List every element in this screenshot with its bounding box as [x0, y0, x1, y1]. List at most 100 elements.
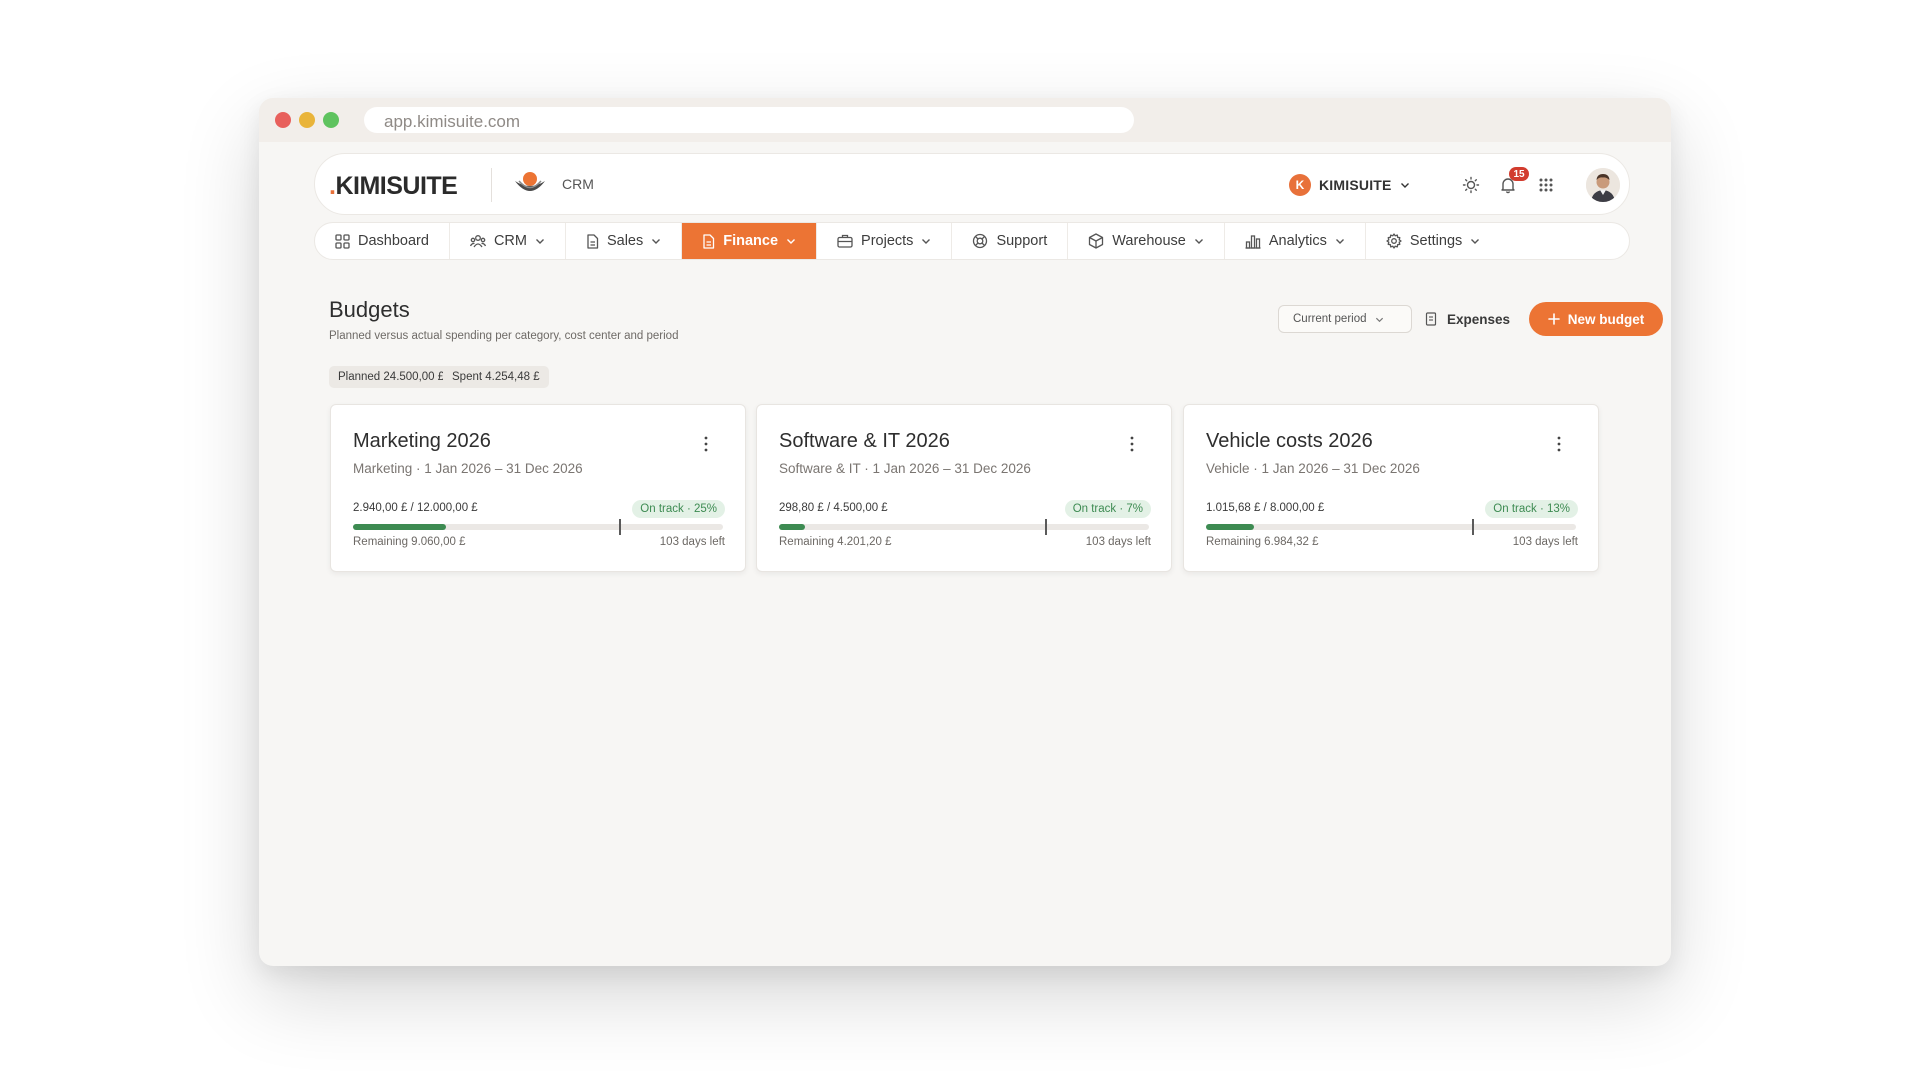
grid-icon: [335, 233, 350, 249]
plus-icon: [1547, 313, 1560, 325]
budget-progress-bar: [353, 519, 723, 535]
budget-card[interactable]: Vehicle costs 2026 Vehicle · 1 Jan 2026 –…: [1183, 404, 1599, 572]
planned-total-badge: Planned 24.500,00 £: [329, 366, 454, 388]
nav-item-settings[interactable]: Settings: [1366, 223, 1500, 259]
budget-meta: Vehicle · 1 Jan 2026 – 31 Dec 2026: [1206, 461, 1420, 476]
budget-progress-fill: [1206, 524, 1254, 530]
browser-titlebar: app.kimisuite.com: [259, 98, 1671, 142]
budget-meta: Marketing · 1 Jan 2026 – 31 Dec 2026: [353, 461, 583, 476]
more-options-icon[interactable]: [1556, 435, 1562, 453]
apps-grid-icon[interactable]: [1533, 172, 1559, 198]
period-select[interactable]: Current period: [1278, 305, 1412, 333]
gear-icon: [1386, 233, 1402, 249]
briefcase-icon: [837, 234, 853, 248]
expenses-button-label: Expenses: [1447, 311, 1511, 327]
budget-progress-bar: [1206, 519, 1576, 535]
chevron-down-icon: [921, 236, 931, 246]
status-badge: On track · 25%: [632, 500, 725, 518]
spent-total-badge: Spent 4.254,48 £: [443, 366, 549, 388]
status-badge: On track · 7%: [1064, 500, 1151, 518]
nav-item-crm[interactable]: CRM: [450, 223, 566, 259]
budget-title: Software & IT 2026: [779, 430, 950, 452]
budget-days-left: 103 days left: [1085, 536, 1151, 548]
nav-item-dashboard[interactable]: Dashboard: [315, 223, 450, 259]
url-text: app.kimisuite.com: [384, 112, 521, 131]
document-icon: [702, 233, 715, 249]
nav-item-label: Support: [996, 233, 1048, 249]
budget-amount: 2.940,00 £ / 12.000,00 £: [353, 502, 478, 514]
chevron-down-icon: [651, 236, 661, 246]
period-select-value: Current period: [1293, 313, 1367, 325]
chevron-down-icon: [786, 236, 796, 246]
status-badge: On track · 13%: [1485, 500, 1578, 518]
crm-app-logo-icon[interactable]: [512, 167, 548, 201]
organization-switcher[interactable]: K KIMISUITE: [1289, 173, 1410, 197]
nav-item-label: Dashboard: [358, 233, 429, 249]
app-header: .KIMISUITE CRM K KIMISUITE 15: [314, 153, 1630, 215]
time-elapsed-marker: [1472, 519, 1474, 535]
header-divider: [491, 168, 492, 202]
nav-item-label: Projects: [861, 233, 914, 249]
nav-item-warehouse[interactable]: Warehouse: [1068, 223, 1225, 259]
chevron-down-icon: [1400, 183, 1409, 188]
document-icon: [586, 233, 599, 249]
budget-amount: 298,80 £ / 4.500,00 £: [779, 502, 888, 514]
budget-meta: Software & IT · 1 Jan 2026 – 31 Dec 2026: [779, 461, 1031, 476]
budget-amount: 1.015,68 £ / 8.000,00 £: [1206, 502, 1325, 514]
time-elapsed-marker: [1045, 519, 1047, 535]
users-icon: [469, 234, 486, 249]
nav-item-label: Analytics: [1268, 233, 1327, 249]
maximize-window-button[interactable]: [323, 112, 339, 128]
budget-progress-fill: [353, 524, 446, 530]
box-icon: [1088, 233, 1104, 249]
user-avatar[interactable]: [1586, 168, 1620, 202]
chevron-down-icon: [1335, 236, 1345, 246]
nav-item-label: Warehouse: [1112, 233, 1186, 249]
bar-chart-icon: [1245, 234, 1261, 249]
org-badge: K: [1289, 174, 1311, 196]
nav-item-label: CRM: [493, 233, 527, 249]
budget-progress-bar: [779, 519, 1149, 535]
chevron-down-icon: [1470, 236, 1480, 246]
new-budget-button[interactable]: New budget: [1529, 302, 1663, 336]
notifications-bell-icon[interactable]: 15: [1495, 167, 1529, 198]
org-name: KIMISUITE: [1319, 177, 1392, 193]
time-elapsed-marker: [619, 519, 621, 535]
close-window-button[interactable]: [275, 112, 291, 128]
chevron-down-icon: [535, 236, 545, 246]
budget-card[interactable]: Marketing 2026 Marketing · 1 Jan 2026 – 3…: [330, 404, 746, 572]
budget-card[interactable]: Software & IT 2026 Software & IT · 1 Jan …: [756, 404, 1172, 572]
new-budget-button-label: New budget: [1567, 311, 1645, 327]
kimisuite-logo[interactable]: .KIMISUITE: [329, 172, 458, 201]
notification-count-badge: 15: [1509, 167, 1529, 181]
budget-title: Marketing 2026: [353, 430, 491, 452]
main-navigation: Dashboard CRM Sales Finance Projects Support W…: [314, 222, 1630, 260]
address-bar[interactable]: app.kimisuite.com: [364, 107, 1134, 133]
nav-item-label: Sales: [606, 233, 644, 249]
chevron-down-icon: [1375, 317, 1383, 322]
more-options-icon[interactable]: [703, 435, 709, 453]
current-app-label: CRM: [562, 176, 594, 192]
nav-item-support[interactable]: Support: [952, 223, 1069, 259]
theme-toggle-sun-icon[interactable]: [1458, 172, 1484, 198]
nav-item-finance[interactable]: Finance: [682, 223, 818, 259]
expenses-button[interactable]: Expenses: [1425, 305, 1510, 333]
nav-item-analytics[interactable]: Analytics: [1225, 223, 1366, 259]
budget-days-left: 103 days left: [1512, 536, 1578, 548]
page-title: Budgets: [329, 297, 410, 322]
budget-days-left: 103 days left: [659, 536, 725, 548]
budget-remaining: Remaining 9.060,00 £: [353, 536, 466, 548]
minimize-window-button[interactable]: [299, 112, 315, 128]
logo-text: KIMISUITE: [335, 172, 458, 200]
nav-item-label: Settings: [1409, 233, 1463, 249]
browser-window: app.kimisuite.com .KIMISUITE CRM K KIMIS…: [259, 98, 1671, 966]
nav-item-projects[interactable]: Projects: [817, 223, 953, 259]
lifebuoy-icon: [972, 233, 988, 249]
receipt-icon: [1425, 312, 1437, 326]
more-options-icon[interactable]: [1129, 435, 1135, 453]
nav-item-sales[interactable]: Sales: [566, 223, 683, 259]
nav-item-label: Finance: [723, 233, 779, 249]
budget-progress-fill: [779, 524, 805, 530]
budget-remaining: Remaining 4.201,20 £: [779, 536, 892, 548]
page-subtitle: Planned versus actual spending per categ…: [329, 330, 679, 342]
